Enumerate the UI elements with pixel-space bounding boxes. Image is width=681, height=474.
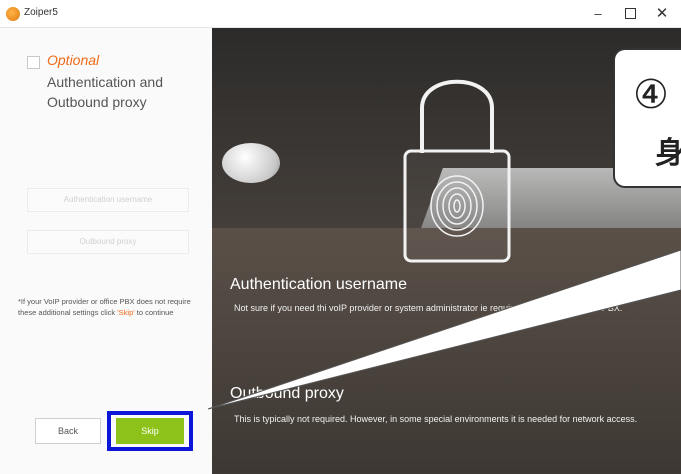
authentication-username-input[interactable]: Authentication username (27, 188, 189, 212)
outbound-proxy-input[interactable]: Outbound proxy (27, 230, 189, 254)
callout-text: 身 (655, 137, 681, 170)
authentication-heading: Authentication username (230, 276, 407, 293)
skip-note-link: 'Skip' (117, 308, 135, 317)
maximize-icon (624, 8, 636, 20)
skip-note: *If your VoIP provider or office PBX doe… (18, 296, 198, 318)
section-subtitle: Authentication and Outbound proxy (47, 74, 163, 110)
settings-panel: Optional Authentication and Outbound pro… (0, 28, 212, 474)
info-panel: Authentication username Not sure if you … (212, 28, 681, 474)
skip-button[interactable]: Skip (116, 418, 184, 444)
window-title: Zoiper5 (24, 7, 58, 18)
padlock-icon (403, 79, 511, 263)
zoiper-logo-icon (6, 7, 20, 21)
callout-number: ④ (633, 73, 669, 117)
outbound-proxy-heading: Outbound proxy (230, 385, 344, 402)
optional-label: Optional (47, 52, 100, 68)
back-button[interactable]: Back (35, 418, 101, 444)
title-bar: Zoiper5 – ✕ (0, 0, 681, 28)
maximize-button[interactable] (614, 0, 646, 28)
mouse-image (222, 143, 280, 183)
minimize-button[interactable]: – (582, 0, 614, 28)
optional-checkbox[interactable] (27, 56, 40, 69)
authentication-description: Not sure if you need thi voIP provider o… (234, 303, 623, 313)
close-button[interactable]: ✕ (646, 0, 678, 28)
skip-note-end: to continue (134, 308, 174, 317)
annotation-callout: ④ 身 (613, 48, 681, 188)
outbound-proxy-description: This is typically not required. However,… (234, 414, 638, 424)
